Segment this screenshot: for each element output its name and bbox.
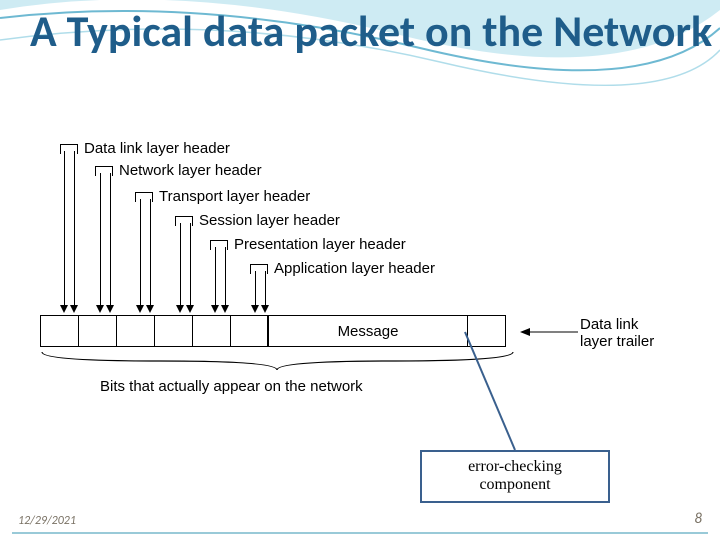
arrowhead-down-icon <box>211 305 219 313</box>
callout-text: error-checking component <box>468 458 562 493</box>
header-label: Presentation layer header <box>234 236 406 253</box>
header-data-link: Data link layer header <box>60 140 230 157</box>
footer-page-number: 8 <box>694 510 702 528</box>
segment-data-link-header <box>40 315 78 347</box>
segment-transport-header <box>116 315 154 347</box>
arrowhead-down-icon <box>70 305 78 313</box>
segment-session-header <box>154 315 192 347</box>
segment-message: Message <box>268 315 468 347</box>
arrow-line <box>190 223 191 307</box>
header-label: Data link layer header <box>84 140 230 157</box>
curly-brace-icon <box>40 350 515 372</box>
arrowhead-down-icon <box>146 305 154 313</box>
header-label: Session layer header <box>199 212 340 229</box>
header-application: Application layer header <box>250 260 435 277</box>
arrowhead-down-icon <box>186 305 194 313</box>
callout-error-checking: error-checking component <box>420 450 610 503</box>
segment-application-header <box>230 315 268 347</box>
arrow-line <box>180 223 181 307</box>
segment-network-header <box>78 315 116 347</box>
arrowhead-down-icon <box>60 305 68 313</box>
arrowhead-down-icon <box>221 305 229 313</box>
arrowhead-down-icon <box>176 305 184 313</box>
arrow-line <box>255 271 256 307</box>
arrowhead-down-icon <box>261 305 269 313</box>
header-presentation: Presentation layer header <box>210 236 406 253</box>
header-network: Network layer header <box>95 162 262 179</box>
arrow-line <box>215 247 216 307</box>
segment-presentation-header <box>192 315 230 347</box>
arrowhead-down-icon <box>106 305 114 313</box>
arrowhead-down-icon <box>96 305 104 313</box>
arrow-line <box>74 151 75 307</box>
packet-row: Message <box>40 315 506 347</box>
header-label: Application layer header <box>274 260 435 277</box>
arrow-line <box>110 173 111 307</box>
header-label: Transport layer header <box>159 188 310 205</box>
slide-title: A Typical data packet on the Network <box>30 8 712 54</box>
footer-rule <box>12 532 708 534</box>
arrow-line <box>64 151 65 307</box>
header-session: Session layer header <box>175 212 340 229</box>
bits-label: Bits that actually appear on the network <box>100 378 363 395</box>
arrow-line <box>140 199 141 307</box>
arrow-line <box>100 173 101 307</box>
arrow-line <box>265 271 266 307</box>
bracket-icon <box>60 144 78 154</box>
arrowhead-down-icon <box>136 305 144 313</box>
header-transport: Transport layer header <box>135 188 310 205</box>
message-label: Message <box>338 323 399 340</box>
arrow-line <box>225 247 226 307</box>
arrow-line <box>150 199 151 307</box>
callout-connector <box>455 330 535 455</box>
packet-diagram: Data link layer header Network layer hea… <box>40 140 680 420</box>
trailer-label: Data link layer trailer <box>580 316 654 351</box>
header-label: Network layer header <box>119 162 262 179</box>
footer-date: 12/29/2021 <box>18 514 76 528</box>
arrowhead-down-icon <box>251 305 259 313</box>
